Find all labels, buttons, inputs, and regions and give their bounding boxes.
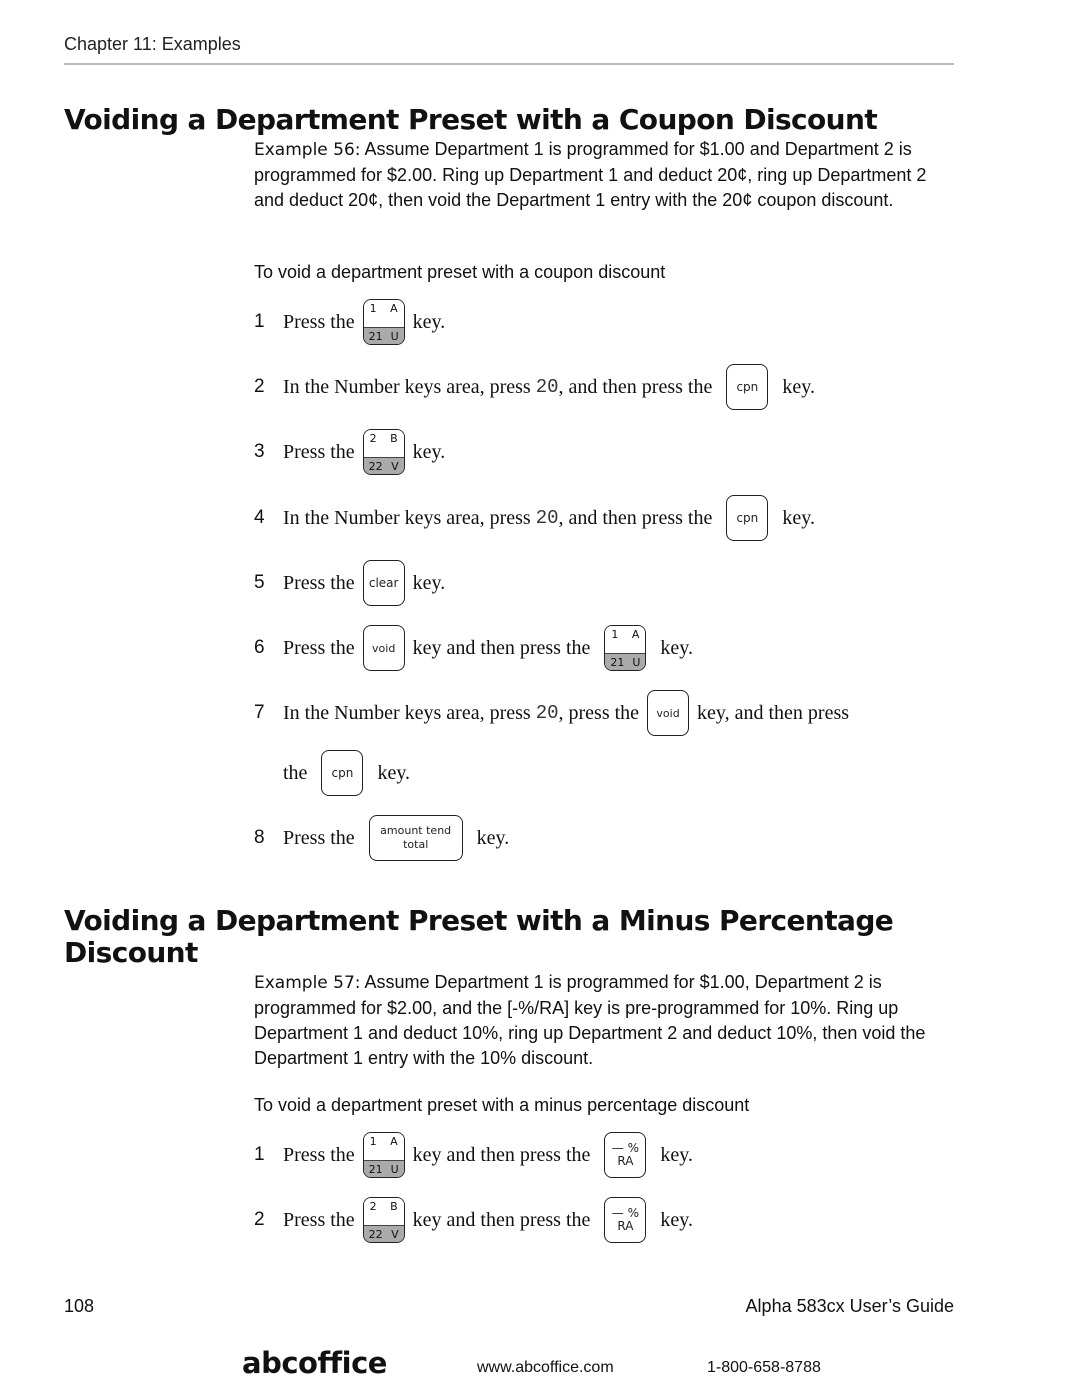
abcoffice-logo: abcoffice <box>242 1346 387 1380</box>
section-title-minus-percentage: Voiding a Department Preset with a Minus… <box>64 904 894 969</box>
cpn-key-icon: cpn <box>726 495 769 541</box>
void-key-icon: void <box>362 625 405 671</box>
clear-key-icon: clear <box>362 560 405 606</box>
example-56: Example 56: Assume Department 1 is progr… <box>254 137 954 213</box>
step: 8 Press the amount tend total key. <box>254 815 509 861</box>
procedure-title: To void a department preset with a coupo… <box>254 262 666 282</box>
department-1-key-icon: 1A 21 U <box>362 299 405 345</box>
step: 2 Press the 2B 22 V key and then press th… <box>254 1197 693 1243</box>
department-1-key-icon: 1A 21 U <box>604 625 647 671</box>
guide-title: Alpha 583cx User’s Guide <box>745 1296 954 1316</box>
cpn-key-icon: cpn <box>321 750 364 796</box>
example-label: Example 56: <box>254 140 361 160</box>
step: 6 Press the void key and then press the … <box>254 625 693 671</box>
header-divider <box>64 63 954 65</box>
step: 7 In the Number keys area, press 20, pre… <box>254 690 849 736</box>
cpn-key-icon: cpn <box>726 364 769 410</box>
void-key-icon: void <box>647 690 690 736</box>
example-label: Example 57: <box>254 973 361 993</box>
chapter-header: Chapter 11: Examples <box>64 34 241 54</box>
page-number: 108 <box>64 1296 95 1316</box>
minus-percent-ra-key-icon: — % RA <box>604 1197 647 1243</box>
step: 3 Press the 2B 22 V key. <box>254 429 445 475</box>
phone-number: 1-800-658-8788 <box>707 1359 821 1376</box>
step: 2 In the Number keys area, press 20, and… <box>254 364 815 410</box>
department-2-key-icon: 2B 22 V <box>362 429 405 475</box>
department-1-key-icon: 1A 21 U <box>362 1132 405 1178</box>
minus-percent-ra-key-icon: — % RA <box>604 1132 647 1178</box>
section-title-coupon: Voiding a Department Preset with a Coupo… <box>64 103 878 136</box>
step-continuation: the cpn key. <box>283 750 410 796</box>
step: 1 Press the 1A 21 U key. <box>254 299 445 345</box>
department-2-key-icon: 2B 22 V <box>362 1197 405 1243</box>
example-57: Example 57: Assume Department 1 is progr… <box>254 970 954 1071</box>
procedure-title: To void a department preset with a minus… <box>254 1095 750 1115</box>
step: 1 Press the 1A 21 U key and then press th… <box>254 1132 693 1178</box>
step: 5 Press the clear key. <box>254 560 445 606</box>
amount-tend-total-key-icon: amount tend total <box>368 815 463 861</box>
website-link[interactable]: www.abcoffice.com <box>477 1359 614 1377</box>
step: 4 In the Number keys area, press 20, and… <box>254 495 815 541</box>
